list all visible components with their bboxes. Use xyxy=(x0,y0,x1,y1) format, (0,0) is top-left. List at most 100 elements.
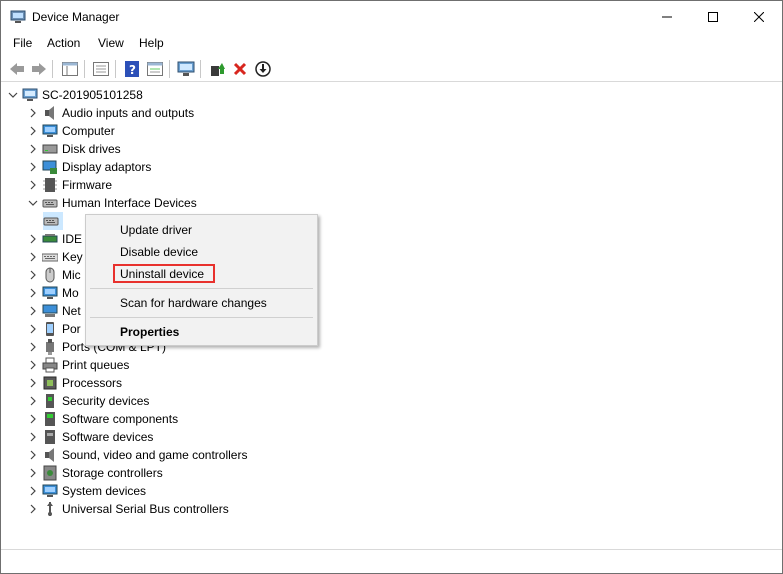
tree-view-button[interactable] xyxy=(60,59,80,79)
uninstall-highlight-box xyxy=(113,264,215,283)
properties-button[interactable] xyxy=(145,59,165,79)
chevron-right-icon[interactable] xyxy=(27,104,39,122)
toolbar: ? xyxy=(1,55,782,82)
tree-category[interactable]: Computer xyxy=(27,122,115,140)
monitor-icon xyxy=(42,123,58,139)
chevron-right-icon[interactable] xyxy=(27,266,39,284)
tree-category[interactable]: Processors xyxy=(27,374,122,392)
tree-category[interactable]: Storage controllers xyxy=(27,464,163,482)
menu-view[interactable]: View xyxy=(98,36,124,50)
monitor-icon xyxy=(42,285,58,301)
tree-item-label: Security devices xyxy=(62,394,150,408)
tree-category[interactable]: Key xyxy=(27,248,83,266)
chevron-right-icon[interactable] xyxy=(27,374,39,392)
update-driver-icon xyxy=(211,63,225,76)
tree-category[interactable]: Display adaptors xyxy=(27,158,151,176)
tree-root[interactable]: SC-201905101258 xyxy=(7,86,143,104)
processor-icon xyxy=(42,375,58,391)
display-adapter-icon xyxy=(42,159,58,175)
tree-category[interactable]: Software devices xyxy=(27,428,153,446)
disable-device-button[interactable] xyxy=(253,59,273,79)
chevron-right-icon[interactable] xyxy=(27,356,39,374)
hid-icon xyxy=(42,195,58,211)
list-view-button[interactable] xyxy=(91,59,111,79)
chevron-right-icon[interactable] xyxy=(27,140,39,158)
minimize-button[interactable] xyxy=(644,1,690,32)
chevron-right-icon[interactable] xyxy=(27,338,39,356)
close-button[interactable] xyxy=(736,1,782,32)
chevron-right-icon[interactable] xyxy=(27,248,39,266)
tree-category[interactable]: System devices xyxy=(27,482,146,500)
tree-root-label: SC-201905101258 xyxy=(42,88,143,102)
tree-item-label: Storage controllers xyxy=(62,466,163,480)
tree-category[interactable]: Print queues xyxy=(27,356,129,374)
minimize-icon xyxy=(662,16,672,17)
back-button[interactable] xyxy=(7,59,27,79)
tree-category[interactable]: Security devices xyxy=(27,392,149,410)
software-device-icon xyxy=(42,429,58,445)
tree-category[interactable]: Audio inputs and outputs xyxy=(27,104,194,122)
tree-item-label: Mic xyxy=(62,268,81,282)
tree-category[interactable]: Human Interface Devices xyxy=(27,194,197,212)
chevron-right-icon[interactable] xyxy=(27,428,39,446)
menu-action[interactable]: Action xyxy=(47,36,80,50)
chevron-right-icon[interactable] xyxy=(27,320,39,338)
tree-category[interactable]: Firmware xyxy=(27,176,112,194)
tree-category[interactable]: Mic xyxy=(27,266,81,284)
tree-view-icon xyxy=(62,62,78,76)
chevron-right-icon[interactable] xyxy=(27,302,39,320)
tree-category[interactable]: Mo xyxy=(27,284,79,302)
update-driver-button[interactable] xyxy=(207,59,227,79)
network-icon xyxy=(42,303,58,319)
computer-icon xyxy=(22,87,38,103)
disable-icon xyxy=(255,61,271,77)
ctx-separator xyxy=(90,317,313,318)
tree-item-label: Disk drives xyxy=(62,142,121,156)
tree-item-label: Sound, video and game controllers xyxy=(62,448,248,462)
chevron-right-icon[interactable] xyxy=(27,230,39,248)
uninstall-button[interactable] xyxy=(230,59,250,79)
tree-category[interactable]: Sound, video and game controllers xyxy=(27,446,247,464)
chevron-right-icon[interactable] xyxy=(27,446,39,464)
maximize-button[interactable] xyxy=(690,1,736,32)
chevron-right-icon[interactable] xyxy=(27,284,39,302)
tree-category[interactable]: Software components xyxy=(27,410,178,428)
system-icon xyxy=(42,483,58,499)
tree-category[interactable]: Disk drives xyxy=(27,140,121,158)
chevron-right-icon[interactable] xyxy=(27,410,39,428)
ctx-update-driver[interactable]: Update driver xyxy=(120,223,192,237)
help-button[interactable]: ? xyxy=(122,59,142,79)
tree-category[interactable]: Net xyxy=(27,302,81,320)
tree-item-label: System devices xyxy=(62,484,147,498)
tree-category[interactable]: IDE xyxy=(27,230,82,248)
ctx-scan-hardware[interactable]: Scan for hardware changes xyxy=(120,296,267,310)
chevron-right-icon[interactable] xyxy=(27,176,39,194)
status-bar xyxy=(1,549,782,573)
chevron-down-icon[interactable] xyxy=(7,86,19,104)
chevron-right-icon[interactable] xyxy=(27,392,39,410)
chevron-right-icon[interactable] xyxy=(27,122,39,140)
scan-hardware-button[interactable] xyxy=(176,59,196,79)
maximize-icon xyxy=(708,11,718,22)
menu-help[interactable]: Help xyxy=(139,36,164,50)
close-icon xyxy=(754,11,764,22)
device-manager-app-icon xyxy=(10,10,26,24)
chevron-right-icon[interactable] xyxy=(27,464,39,482)
ctx-properties[interactable]: Properties xyxy=(120,325,179,339)
tree-item-label: Software devices xyxy=(62,430,154,444)
forward-button[interactable] xyxy=(29,59,49,79)
tree-item-label: Computer xyxy=(62,124,115,138)
title-bar: Device Manager xyxy=(1,1,782,32)
chevron-right-icon[interactable] xyxy=(27,158,39,176)
tree-child-item[interactable] xyxy=(43,212,63,230)
ctx-disable-device[interactable]: Disable device xyxy=(120,245,198,259)
tree-category[interactable]: Por xyxy=(27,320,81,338)
chevron-down-icon[interactable] xyxy=(27,194,39,212)
menu-file[interactable]: File xyxy=(13,36,32,50)
tree-item-label: Por xyxy=(62,322,81,336)
chevron-right-icon[interactable] xyxy=(27,500,39,518)
tree-category[interactable]: Universal Serial Bus controllers xyxy=(27,500,229,518)
list-view-icon xyxy=(93,62,109,76)
chevron-right-icon[interactable] xyxy=(27,482,39,500)
port-icon xyxy=(42,339,58,355)
